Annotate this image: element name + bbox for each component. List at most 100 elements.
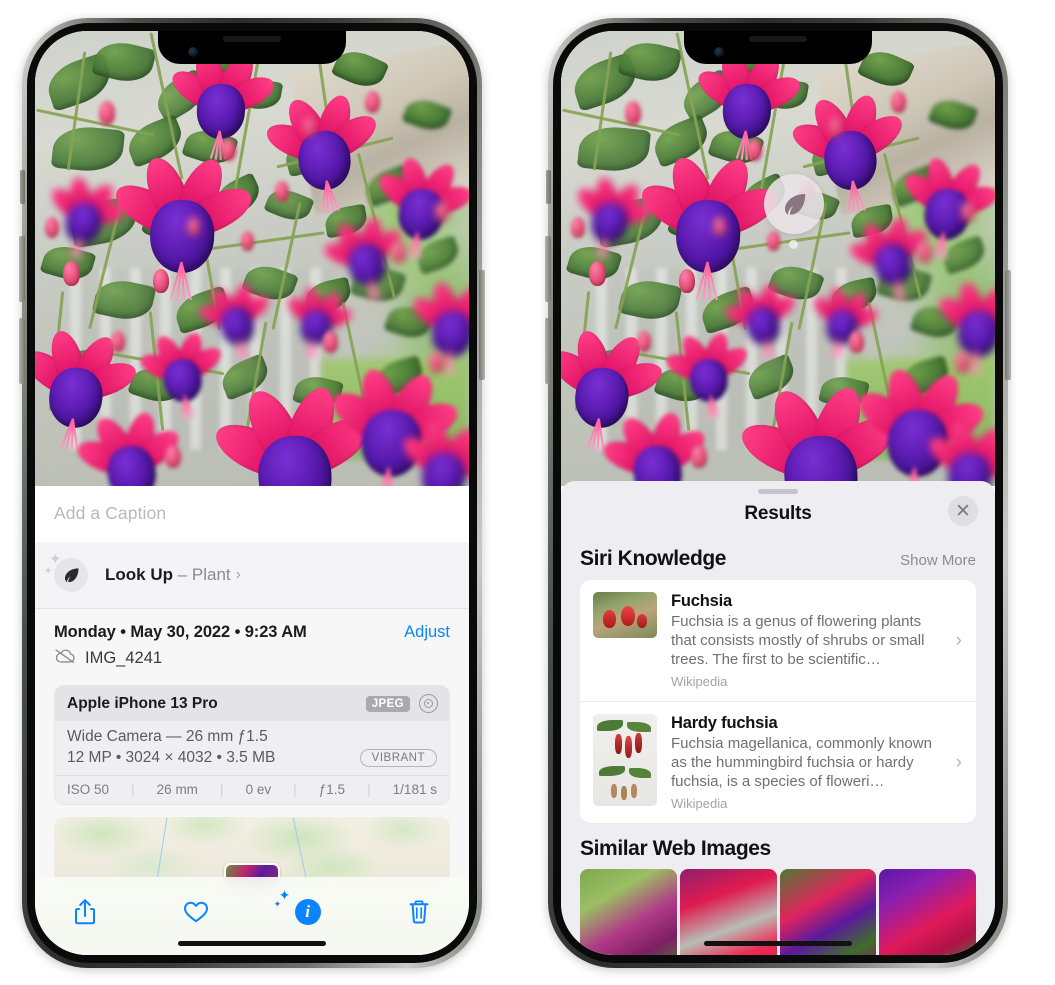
look-up-label: Look Up – Plant [105, 565, 231, 585]
front-camera-icon [714, 47, 724, 57]
show-more-button[interactable]: Show More [900, 552, 976, 569]
exif-card[interactable]: Apple iPhone 13 Pro JPEG Wide Camera — 2… [54, 685, 450, 805]
fuchsia-flower [262, 89, 383, 213]
siri-knowledge-title: Siri Knowledge [580, 547, 727, 570]
flower-bud [187, 217, 200, 236]
lens-icon[interactable] [419, 694, 438, 713]
sparkle-small-icon: ✦ [273, 899, 282, 909]
exif-stat: ISO 50 [67, 782, 110, 797]
fuchsia-flower [599, 406, 711, 486]
exif-size-row: 12 MP • 3024 × 4032 • 3.5 MB VIBRANT [67, 749, 437, 767]
list-item[interactable]: Fuchsia Fuchsia is a genus of flowering … [580, 580, 976, 701]
flower-bud [221, 139, 236, 161]
result-source: Wikipedia [671, 796, 728, 811]
fuchsia-flower [73, 406, 185, 486]
format-badge: JPEG [365, 695, 410, 712]
flower-bud [165, 445, 181, 468]
results-header: Results ✕ [561, 494, 995, 536]
list-item[interactable]: Hardy fuchsia Fuchsia magellanica, commo… [580, 701, 976, 823]
exif-header: Apple iPhone 13 Pro JPEG [55, 686, 449, 721]
exif-body: Wide Camera — 26 mm ƒ1.5 12 MP • 3024 × … [55, 721, 449, 775]
volume-down-button-left[interactable] [19, 318, 25, 384]
flower-bud [323, 331, 338, 353]
chevron-right-icon: › [955, 629, 962, 651]
mute-switch-right[interactable] [546, 170, 551, 204]
look-up-dash: – [173, 565, 192, 584]
power-button-right[interactable] [1005, 270, 1011, 380]
flower-bud [679, 269, 695, 293]
delete-button[interactable] [399, 893, 439, 931]
earpiece-speaker [223, 36, 281, 42]
exif-separator: | [293, 782, 297, 797]
fuchsia-flower [722, 279, 800, 360]
result-thumbnail [593, 714, 657, 806]
look-up-title: Look Up [105, 565, 173, 584]
close-icon[interactable]: ✕ [948, 496, 978, 526]
home-indicator-right[interactable] [704, 941, 852, 946]
image-size-info: 12 MP • 3024 × 4032 • 3.5 MB [67, 749, 276, 766]
fuchsia-flower [108, 151, 259, 302]
photo-viewer-right[interactable] [561, 31, 995, 486]
home-indicator-left[interactable] [178, 941, 326, 946]
volume-up-button-left[interactable] [19, 236, 25, 302]
screen-right: Results ✕ Siri Knowledge Show More Fuchs… [561, 31, 995, 955]
exif-separator: | [220, 782, 224, 797]
caption-input[interactable]: Add a Caption [35, 486, 469, 542]
iphone-left: Add a Caption ✦ ✦ Look Up – Plant › Mond… [19, 18, 485, 968]
flower-bud [637, 331, 651, 352]
results-sheet: Results ✕ Siri Knowledge Show More Fuchs… [561, 481, 995, 955]
fuchsia-flower [196, 279, 274, 360]
photo-meta-top: Monday • May 30, 2022 • 9:23 AM Adjust [54, 623, 450, 642]
result-title: Hardy fuchsia [671, 714, 778, 732]
share-button[interactable] [65, 893, 105, 931]
iphone-right: Results ✕ Siri Knowledge Show More Fuchs… [545, 18, 1011, 968]
results-title: Results [744, 503, 812, 524]
flower-bud [571, 217, 585, 238]
photo-viewer-left[interactable] [35, 31, 469, 486]
flower-bud [891, 91, 906, 113]
flower-bud [275, 181, 289, 202]
volume-up-button-right[interactable] [545, 236, 551, 302]
flower-bud [713, 217, 726, 236]
flower-bud [589, 261, 606, 286]
look-up-subject: Plant [191, 565, 231, 584]
info-icon: i [294, 899, 321, 925]
flower-bud [391, 241, 406, 263]
chevron-right-icon: › [235, 566, 241, 583]
result-body: Hardy fuchsia Fuchsia magellanica, commo… [671, 714, 964, 811]
fuchsia-thumb-4[interactable] [879, 869, 976, 955]
chevron-right-icon: › [955, 751, 962, 773]
info-button[interactable]: ✦ ✦ i [274, 888, 328, 931]
result-thumbnail [593, 592, 657, 638]
exif-separator: | [131, 782, 135, 797]
exif-stat: 26 mm [156, 782, 198, 797]
exif-stats-row: ISO 50 | 26 mm | 0 ev | ƒ1.5 | 1/181 s [55, 775, 449, 804]
favorite-button[interactable] [176, 893, 216, 931]
result-description: Fuchsia is a genus of flowering plants t… [671, 613, 925, 668]
lens-description: Wide Camera — 26 mm ƒ1.5 [67, 728, 268, 745]
flower-bud [153, 269, 169, 293]
flower-bud [955, 351, 970, 373]
flower-bud [849, 331, 864, 353]
earpiece-speaker [749, 36, 807, 42]
flower-bud [99, 101, 115, 125]
photographic-style-badge: VIBRANT [359, 749, 437, 767]
look-up-row[interactable]: ✦ ✦ Look Up – Plant › [35, 542, 469, 609]
fuchsia-thumb-1[interactable] [580, 869, 677, 955]
visual-look-up-badge[interactable] [764, 174, 824, 234]
fuchsia-flower [634, 151, 785, 302]
result-body: Fuchsia Fuchsia is a genus of flowering … [671, 592, 964, 689]
flower-bud [241, 231, 254, 251]
mute-switch-left[interactable] [20, 170, 25, 204]
adjust-button[interactable]: Adjust [404, 623, 450, 642]
notch-right [684, 31, 872, 64]
siri-knowledge-card: Fuchsia Fuchsia is a genus of flowering … [580, 580, 976, 823]
photo-date: Monday • May 30, 2022 • 9:23 AM [54, 623, 307, 641]
power-button-left[interactable] [479, 270, 485, 380]
flower-bud [435, 201, 449, 222]
volume-down-button-right[interactable] [545, 318, 551, 384]
exif-stat: 0 ev [245, 782, 272, 797]
flower-bud [111, 331, 125, 352]
leaf-icon [54, 558, 88, 592]
flower-bud [961, 201, 975, 222]
